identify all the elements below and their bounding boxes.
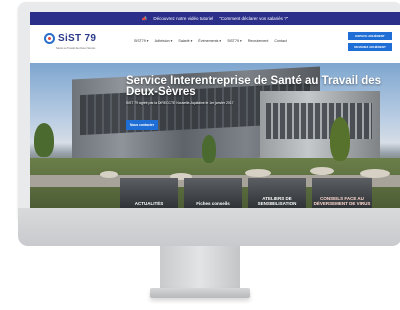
hero-rock [310,167,334,175]
monitor-screen: 📣 Découvrez notre vidéo tutoriel "Commen… [30,12,400,208]
main-navigation: SiST79 ▾ Adhésion ▾ Salarié ▾ Événements ▾ S… [134,39,287,43]
nav-item-evenements[interactable]: Événements ▾ [198,39,221,43]
nav-item-recrutement[interactable]: Recrutement [248,39,269,43]
nav-item-contact[interactable]: Contact [274,39,286,43]
chevron-down-icon: ▾ [146,39,149,43]
chevron-down-icon: ▾ [240,39,242,43]
card-conseils-virus[interactable]: CONSEILS FACE AU DÉVERSEMENT DE VIRUS [312,178,372,208]
nav-item-salarie[interactable]: Salarié ▾ [178,39,192,43]
nav-item-sist79[interactable]: SiST79 ▾ [134,39,149,43]
notice-bar[interactable]: 📣 Découvrez notre vidéo tutoriel "Commen… [30,12,400,25]
hero-rock [245,169,271,177]
hero-building-image-right [260,91,380,161]
hero-tree [330,117,350,161]
hero-subtitle: SiST 79 agréé par la DIRECCTE Nouvelle-A… [126,101,234,105]
hero-title: Service Interentreprise de Santé au Trav… [126,75,382,98]
hero-tree [34,123,54,157]
card-actualites[interactable]: ACTUALITÉS [120,178,178,208]
devenez-adherent-button[interactable]: DEVENEZ ADHÉRENT [348,43,392,51]
imac-base [150,288,250,298]
imac-stand [160,246,240,291]
espace-adherent-button[interactable]: ESPACE ADHÉRENT [348,32,392,40]
hero-tree [202,135,216,163]
hero-rock [100,171,118,178]
card-label: ATELIERS DE SENSIBILISATION [257,196,297,206]
card-fiches-conseils[interactable]: Fiches conseils [184,178,242,208]
card-label: CONSEILS FACE AU DÉVERSEMENT DE VIRUS [313,196,371,206]
site-header: SiST 79 Santé au Travail des Deux-Sèvres… [30,25,400,63]
notice-text-left: Découvrez notre vidéo tutoriel [153,16,214,21]
logo-text: SiST 79 [58,33,97,44]
contact-us-button[interactable]: Nous contacter [126,120,158,130]
chevron-down-icon: ▾ [170,39,173,43]
card-label: Fiches conseils [196,201,230,206]
imac-chin [18,208,400,246]
site-logo[interactable]: SiST 79 [44,33,96,44]
nav-item-adhesion[interactable]: Adhésion ▾ [155,39,173,43]
megaphone-icon: 📣 [141,15,148,21]
logo-subtitle: Santé au Travail des Deux-Sèvres [56,47,96,50]
nav-item-sist79-2[interactable]: SiST79 ▾ [227,39,242,43]
chevron-down-icon: ▾ [190,39,193,43]
chevron-down-icon: ▾ [219,39,222,43]
hero-banner: Service Interentreprise de Santé au Trav… [30,63,400,208]
hero-rock [360,169,390,178]
notice-text-right: "Comment déclarer vos salariés ?" [219,16,289,21]
logo-mark-icon [44,33,55,44]
card-ateliers[interactable]: ATELIERS DE SENSIBILISATION [248,178,306,208]
card-label: ACTUALITÉS [134,201,164,206]
